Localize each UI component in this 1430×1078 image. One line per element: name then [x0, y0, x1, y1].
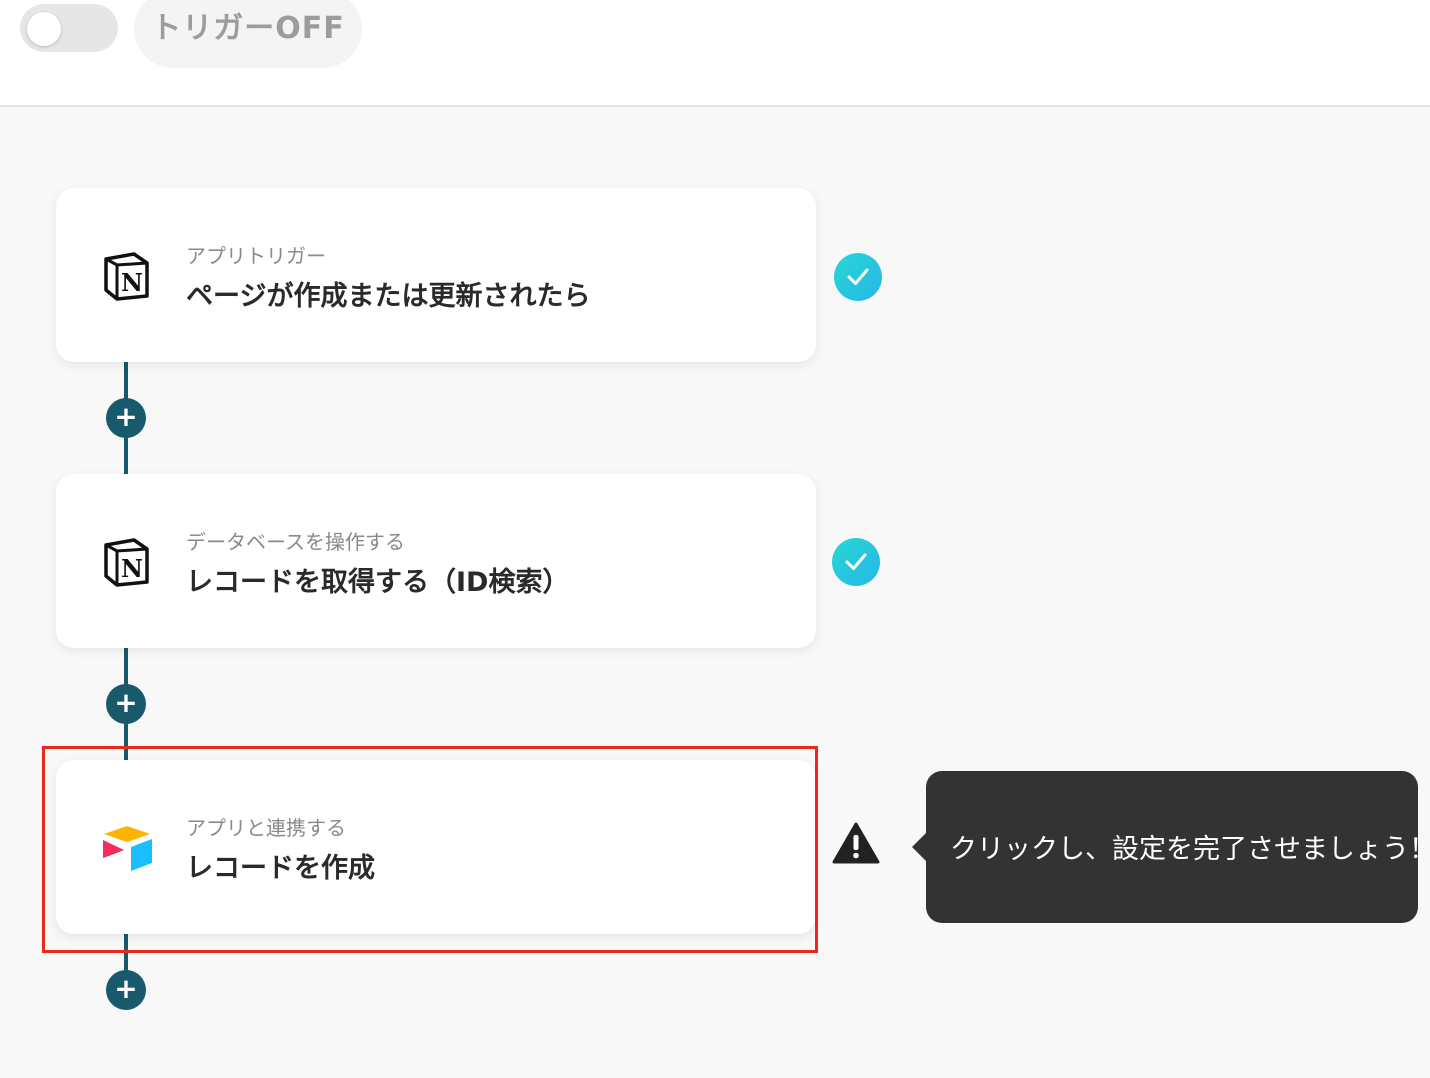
step-title: ページが作成または更新されたら: [186, 281, 591, 312]
step-type-label: データベースを操作する: [186, 530, 405, 554]
svg-text:N: N: [121, 268, 143, 297]
warning-icon: [832, 821, 880, 865]
add-step-button[interactable]: +: [106, 398, 146, 438]
step-type-label: アプリと連携する: [186, 816, 346, 840]
add-step-button[interactable]: +: [106, 970, 146, 1010]
add-step-button[interactable]: +: [106, 684, 146, 724]
step-title: レコードを作成: [186, 853, 375, 884]
tooltip-arrow: [912, 833, 926, 861]
step-title: レコードを取得する（ID検索）: [186, 567, 570, 598]
airtable-icon: [100, 822, 152, 874]
toggle-knob[interactable]: [27, 12, 61, 46]
flow-step-card-create-record[interactable]: アプリと連携する レコードを作成: [56, 760, 816, 934]
notion-icon: N: [100, 536, 152, 588]
check-circle-icon: [834, 253, 882, 301]
flow-step-card-trigger[interactable]: N アプリトリガー ページが作成または更新されたら: [56, 188, 816, 362]
setup-tooltip: クリックし、設定を完了させましょう！: [912, 771, 1430, 923]
top-bar: トリガーOFF: [0, 0, 1430, 107]
notion-icon: N: [100, 250, 152, 302]
tooltip-text: クリックし、設定を完了させましょう！: [950, 834, 1430, 865]
trigger-status-label: トリガーOFF: [134, 0, 362, 68]
trigger-toggle[interactable]: [20, 4, 118, 52]
step-type-label: アプリトリガー: [186, 244, 326, 268]
check-circle-icon: [832, 538, 880, 586]
svg-text:N: N: [121, 554, 143, 583]
flow-step-card-get-record[interactable]: N データベースを操作する レコードを取得する（ID検索）: [56, 474, 816, 648]
